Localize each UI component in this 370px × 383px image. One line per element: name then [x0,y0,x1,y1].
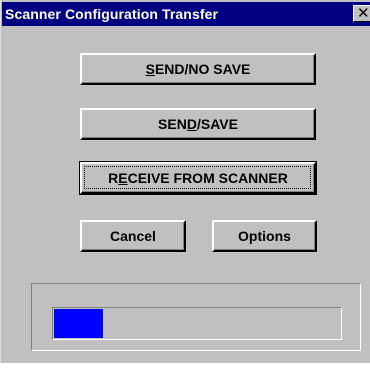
send-save-label: SEND/SAVE [158,116,238,132]
send-save-button[interactable]: SEND/SAVE [80,108,316,140]
progress-bar-fill [54,309,103,338]
close-button[interactable]: ✕ [353,5,370,22]
send-no-save-button[interactable]: SEND/NO SAVE [80,53,316,85]
receive-label: RECEIVE FROM SCANNER [108,170,288,186]
scanner-config-dialog: Scanner Configuration Transfer ✕ SEND/NO… [0,0,370,363]
title-bar[interactable]: Scanner Configuration Transfer ✕ [2,2,370,26]
close-icon: ✕ [357,5,370,22]
send-no-save-label: SEND/NO SAVE [145,61,251,77]
options-button[interactable]: Options [212,220,317,252]
window-title: Scanner Configuration Transfer [5,6,219,22]
receive-from-scanner-button[interactable]: RECEIVE FROM SCANNER [79,161,317,195]
cancel-label: Cancel [110,228,156,244]
cancel-button[interactable]: Cancel [80,220,186,252]
progress-bar [52,307,342,340]
options-label: Options [238,228,291,244]
